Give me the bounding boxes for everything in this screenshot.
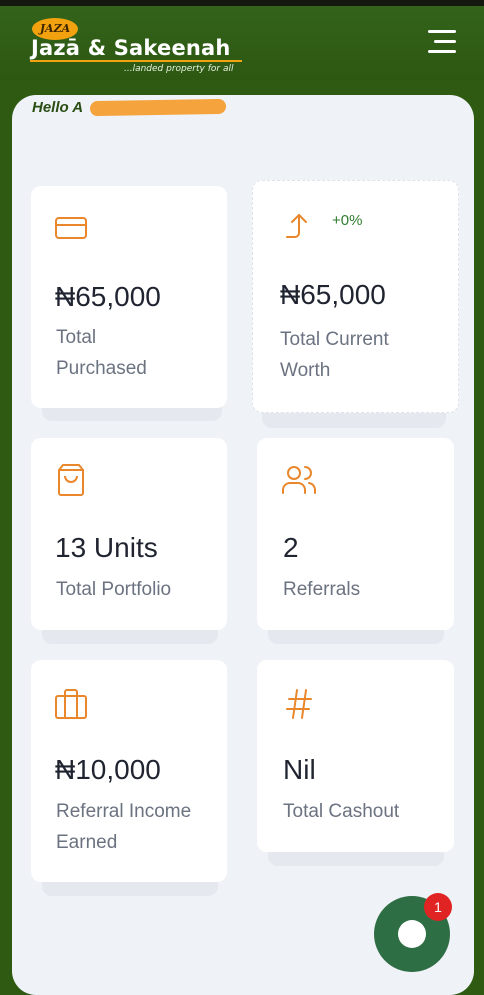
chat-bubble-icon [398, 920, 426, 948]
card-label: Total Purchased [56, 327, 147, 379]
card-label: Total Portfolio [56, 579, 172, 600]
card-value: ₦10,000 [55, 754, 161, 785]
card-label: Referrals [283, 579, 361, 600]
shopping-bag-icon [53, 462, 89, 498]
logo-title: Jazā & Sakeenah [31, 36, 231, 60]
card-referral-income[interactable]: ₦10,000 Referral Income Earned [31, 660, 227, 882]
card-value: 13 Units [55, 532, 158, 563]
greeting-text: Hello A [32, 99, 84, 116]
notification-badge: 1 [424, 893, 452, 921]
app-header: JAZA Jazā & Sakeenah ...landed property … [0, 6, 484, 80]
credit-card-icon [53, 210, 89, 246]
users-icon [281, 462, 317, 498]
arrow-up-right-icon [281, 207, 317, 243]
logo-tagline: ...landed property for all [124, 64, 234, 74]
card-value: 2 [283, 532, 299, 563]
card-total-cashout[interactable]: Nil Total Cashout [257, 660, 454, 852]
card-total-purchased[interactable]: ₦65,000 Total Purchased [31, 186, 227, 408]
card-label: Total Cashout [283, 801, 400, 822]
card-value: ₦65,000 [55, 281, 161, 312]
hamburger-menu-icon[interactable] [424, 28, 460, 56]
card-total-portfolio[interactable]: 13 Units Total Portfolio [31, 438, 227, 630]
worth-change-percent: +0% [332, 212, 363, 229]
briefcase-icon [53, 686, 89, 722]
card-referrals[interactable]: 2 Referrals [257, 438, 454, 630]
card-label: Total Current Worth [280, 329, 389, 381]
card-value: ₦65,000 [280, 279, 386, 310]
card-value: Nil [283, 754, 316, 785]
card-label: Referral Income Earned [56, 801, 192, 853]
logo-underline [30, 60, 242, 62]
redaction-mark [89, 98, 227, 117]
hash-icon [281, 686, 317, 722]
card-total-current-worth[interactable]: +0% ₦65,000 Total Current Worth [252, 180, 459, 413]
